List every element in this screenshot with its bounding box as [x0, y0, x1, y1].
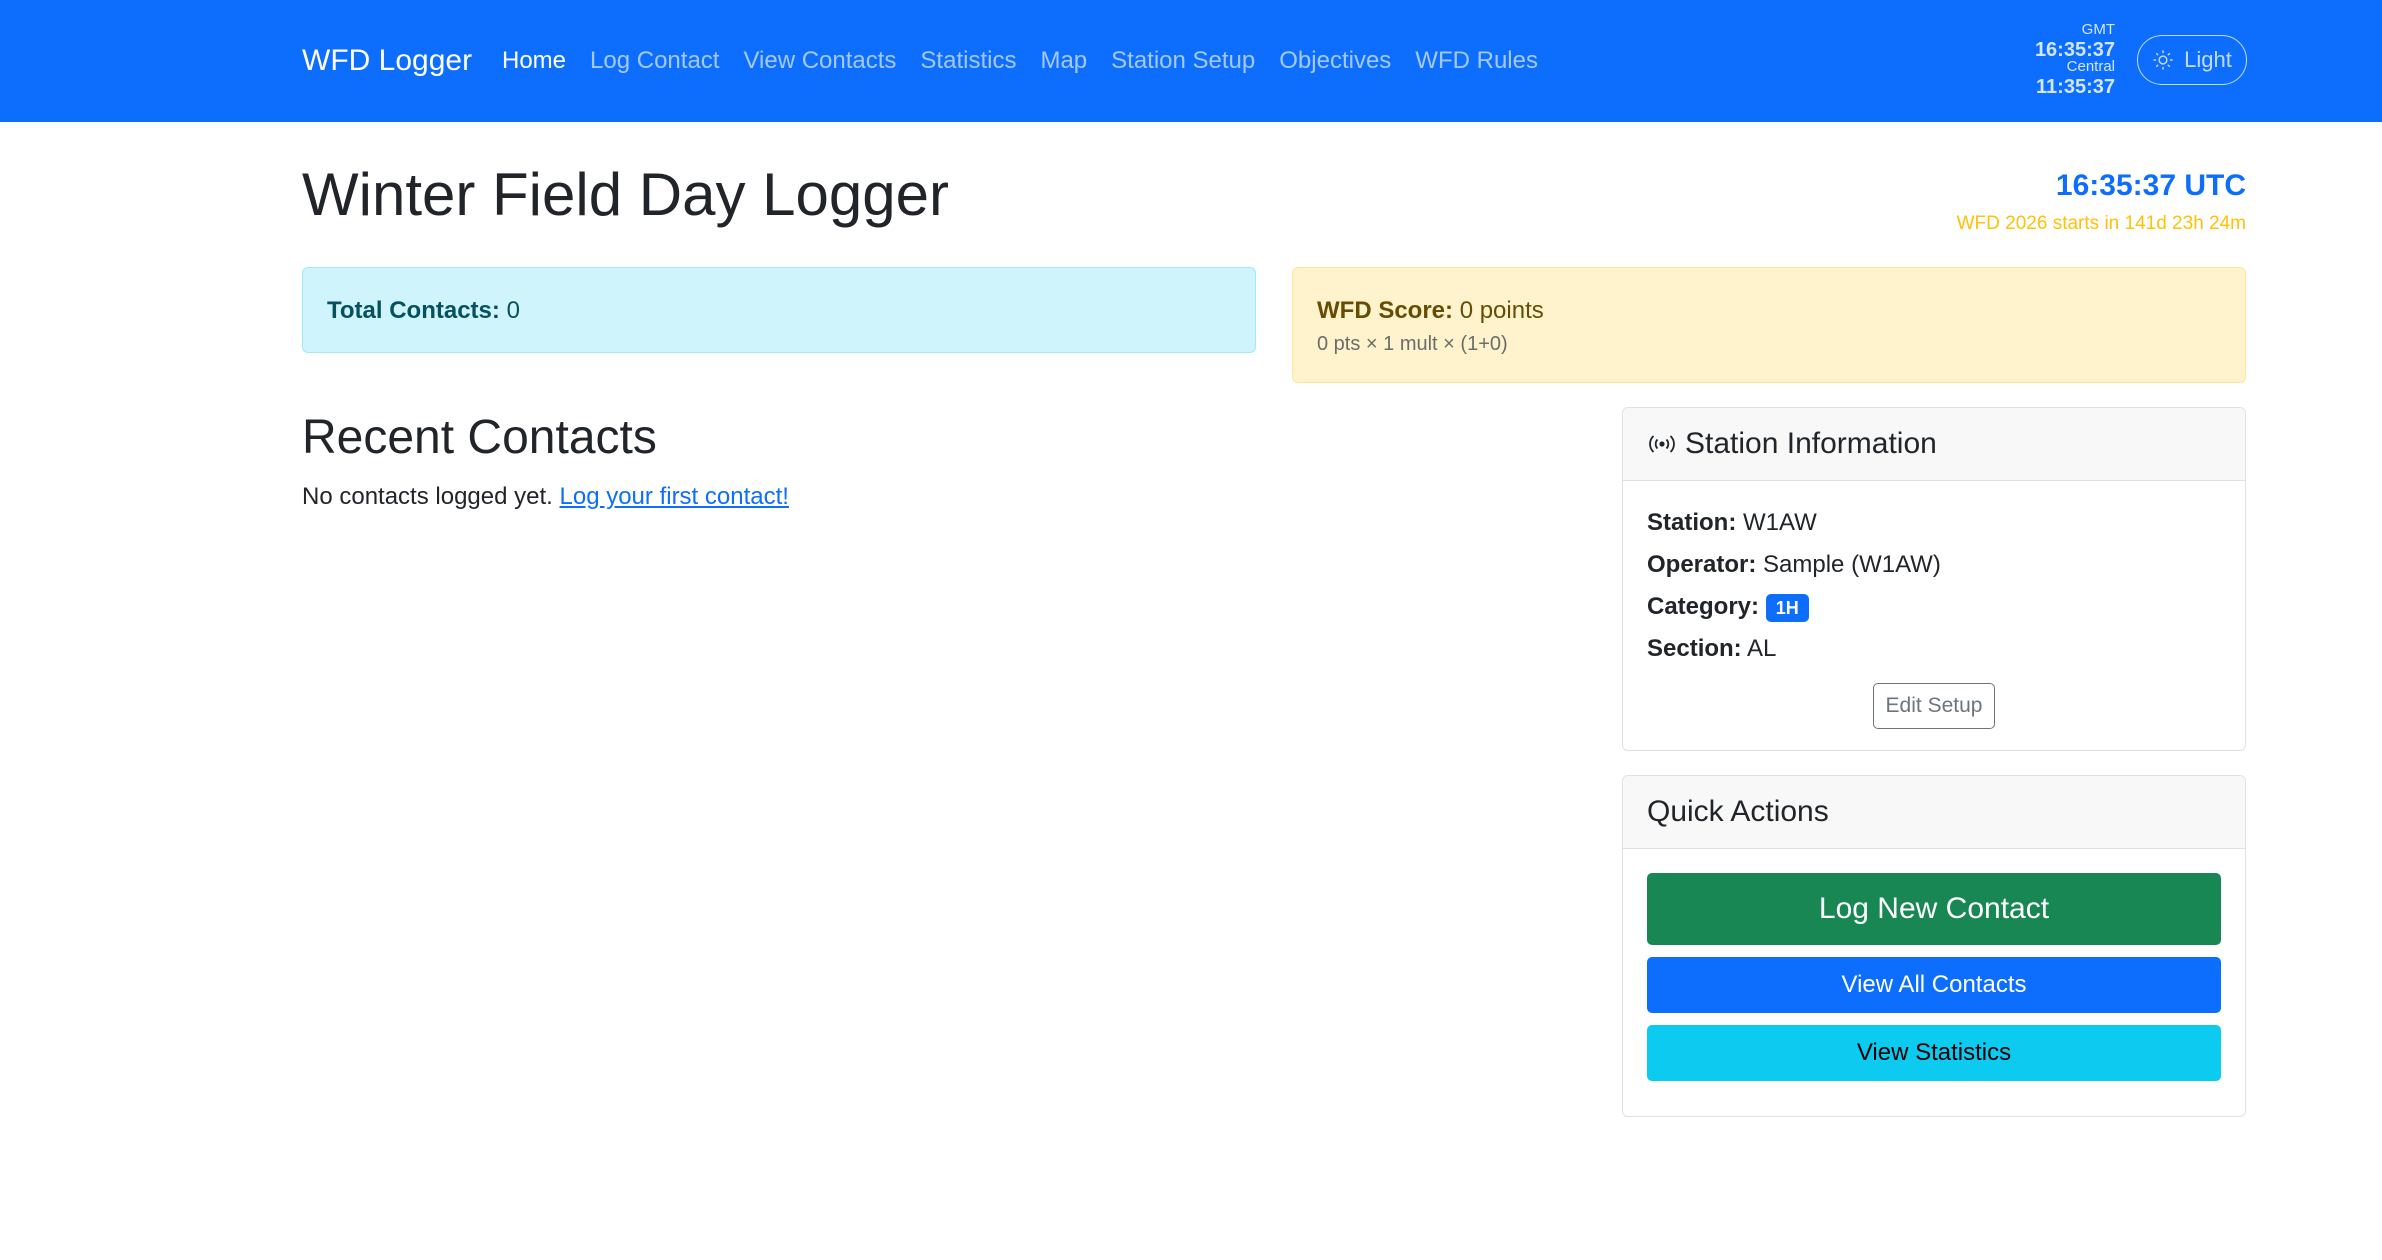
station-info-body: Station: W1AW Operator: Sample (W1AW) Ca…: [1623, 481, 2245, 750]
quick-actions-title: Quick Actions: [1647, 795, 1829, 828]
recent-contacts-heading: Recent Contacts: [302, 411, 657, 464]
section-value: AL: [1747, 635, 1777, 662]
wfd-score-alert: WFD Score: 0 points 0 pts × 1 mult × (1+…: [1292, 267, 2246, 383]
category-badge: 1H: [1765, 593, 1809, 622]
empty-message: No contacts logged yet.: [302, 483, 553, 510]
station-label: Station:: [1647, 509, 1737, 536]
page-title: Winter Field Day Logger: [302, 161, 949, 228]
quick-actions-header: Quick Actions: [1623, 776, 2245, 849]
category-label: Category:: [1647, 593, 1760, 620]
top-navbar: WFD Logger Home Log Contact View Contact…: [0, 0, 2382, 122]
gmt-label: GMT: [2081, 21, 2115, 38]
theme-toggle-button[interactable]: Light: [2137, 35, 2247, 85]
total-contacts-label: Total Contacts:: [327, 297, 500, 324]
total-contacts-value: 0: [506, 297, 520, 324]
log-first-contact-link[interactable]: Log your first contact!: [560, 483, 789, 510]
theme-label: Light: [2184, 47, 2232, 72]
wfd-score-value: 0 points: [1459, 297, 1544, 324]
utc-clock: 16:35:37 UTC: [2055, 169, 2246, 202]
nav-link-home[interactable]: Home: [502, 47, 566, 75]
nav-link-wfd-rules[interactable]: WFD Rules: [1415, 47, 1538, 75]
wfd-score-label: WFD Score:: [1317, 297, 1454, 324]
nav-link-map[interactable]: Map: [1040, 47, 1087, 75]
nav-link-statistics[interactable]: Statistics: [920, 47, 1016, 75]
gmt-time: 16:35:37: [2034, 39, 2115, 61]
station-info-title: Station Information: [1685, 427, 1937, 460]
section-row: Section: AL: [1647, 631, 2221, 673]
nav-link-station-setup[interactable]: Station Setup: [1111, 47, 1255, 75]
view-statistics-button[interactable]: View Statistics: [1647, 1025, 2221, 1081]
operator-label: Operator:: [1647, 551, 1757, 578]
station-row: Station: W1AW: [1647, 505, 2221, 547]
quick-actions-card: Quick Actions Log New Contact View All C…: [1622, 775, 2246, 1117]
wfd-countdown: WFD 2026 starts in 141d 23h 24m: [1956, 213, 2246, 234]
operator-value: Sample (W1AW): [1763, 551, 1941, 578]
nav-links: Home Log Contact View Contacts Statistic…: [502, 47, 1538, 75]
central-label: Central: [2066, 58, 2115, 75]
wfd-score-formula: 0 pts × 1 mult × (1+0): [1317, 333, 1508, 355]
section-label: Section:: [1647, 635, 1742, 662]
log-new-contact-button[interactable]: Log New Contact: [1647, 873, 2221, 945]
nav-link-view-contacts[interactable]: View Contacts: [743, 47, 896, 75]
nav-link-log-contact[interactable]: Log Contact: [590, 47, 719, 75]
central-time: 11:35:37: [2036, 76, 2115, 98]
nav-link-objectives[interactable]: Objectives: [1279, 47, 1391, 75]
view-all-contacts-button[interactable]: View All Contacts: [1647, 957, 2221, 1013]
edit-setup-button[interactable]: Edit Setup: [1873, 683, 1995, 729]
category-row: Category: 1H: [1647, 589, 2221, 631]
operator-row: Operator: Sample (W1AW): [1647, 547, 2221, 589]
total-contacts-alert: Total Contacts: 0: [302, 267, 1256, 353]
recent-contacts-empty: No contacts logged yet. Log your first c…: [302, 483, 789, 511]
sun-icon: [2153, 50, 2173, 70]
station-info-card: Station Information Station: W1AW Operat…: [1622, 407, 2246, 751]
nav-clock: GMT 16:35:37 Central 11:35:37: [2000, 21, 2115, 98]
quick-actions-body: Log New Contact View All Contacts View S…: [1623, 849, 2245, 1105]
station-info-header: Station Information: [1623, 408, 2245, 481]
brand-link[interactable]: WFD Logger: [302, 44, 472, 78]
broadcast-icon: [1649, 435, 1675, 453]
station-value: W1AW: [1743, 509, 1817, 536]
